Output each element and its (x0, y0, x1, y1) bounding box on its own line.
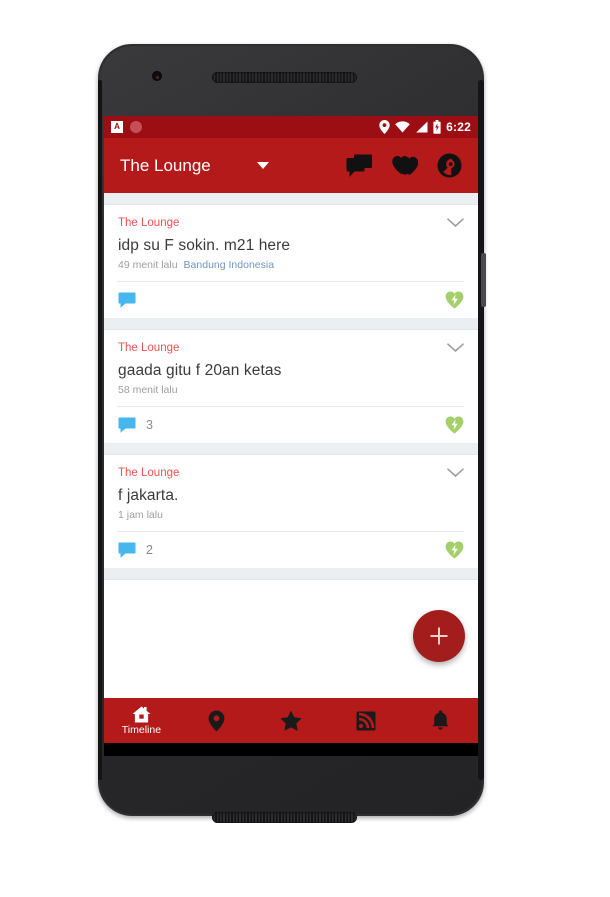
new-post-fab[interactable] (413, 610, 465, 662)
front-camera-icon (152, 71, 162, 81)
plus-icon (430, 627, 448, 645)
post-footer (118, 281, 464, 318)
bell-icon (432, 710, 449, 730)
messages-icon[interactable] (346, 154, 373, 178)
earpiece-speaker (212, 72, 357, 83)
post-text: f jakarta. (118, 487, 179, 504)
post-card[interactable]: The Lounge idp su F sokin. m21 here 49 m… (104, 205, 478, 318)
chevron-down-icon[interactable] (447, 218, 464, 228)
post-text: gaada gitu f 20an ketas (118, 362, 282, 379)
comment-action[interactable]: 2 (118, 542, 153, 558)
chevron-down-icon[interactable] (447, 343, 464, 353)
comment-count: 3 (146, 418, 153, 432)
comment-action[interactable] (118, 292, 146, 308)
timeline-list[interactable]: The Lounge idp su F sokin. m21 here 49 m… (104, 193, 478, 698)
post-header: The Lounge (118, 205, 464, 229)
location-icon (379, 120, 390, 134)
app-toolbar: The Lounge (104, 138, 478, 193)
nav-favorites[interactable] (254, 698, 329, 743)
rss-icon (356, 711, 376, 730)
post-channel[interactable]: The Lounge (118, 467, 179, 479)
post-time: 1 jam lalu (118, 509, 163, 521)
hearts-icon[interactable] (392, 155, 418, 176)
bottom-speaker (212, 812, 357, 823)
vote-action[interactable] (445, 416, 464, 434)
comment-icon[interactable] (118, 417, 136, 433)
clock: 6:22 (446, 120, 471, 134)
post-header: The Lounge (118, 455, 464, 479)
comment-action[interactable]: 3 (118, 417, 153, 433)
nav-timeline[interactable]: Timeline (104, 698, 179, 743)
post-meta: 1 jam lalu (118, 509, 464, 531)
location-pin-icon (208, 710, 225, 731)
heart-bolt-icon[interactable] (445, 416, 464, 434)
star-icon (280, 710, 302, 731)
toolbar-actions (346, 153, 466, 178)
home-button[interactable] (284, 755, 300, 756)
post-card[interactable]: The Lounge f jakarta. 1 jam lalu 2 (104, 455, 478, 568)
post-time: 49 menit lalu (118, 259, 178, 271)
signal-icon (416, 121, 428, 133)
vote-action[interactable] (445, 291, 464, 309)
vote-action[interactable] (445, 541, 464, 559)
list-gap (104, 318, 478, 330)
post-text: idp su F sokin. m21 here (118, 237, 291, 254)
nav-timeline-label: Timeline (121, 723, 162, 736)
status-bar: A 6:22 (104, 116, 478, 138)
post-card[interactable]: The Lounge gaada gitu f 20an ketas 58 me… (104, 330, 478, 443)
battery-icon (433, 120, 441, 134)
post-footer: 2 (118, 531, 464, 568)
android-system-navigation (104, 743, 478, 756)
post-time: 58 menit lalu (118, 384, 178, 396)
app-notification-badge-icon: A (111, 121, 123, 133)
list-gap (104, 193, 478, 205)
post-header: The Lounge (118, 330, 464, 354)
status-bar-system-icons: 6:22 (379, 120, 471, 134)
home-icon (132, 706, 151, 722)
post-meta: 49 menit lalu Bandung Indonesia (118, 259, 464, 281)
chevron-down-icon[interactable] (256, 162, 269, 169)
circle-notification-icon (130, 121, 142, 133)
heart-bolt-icon[interactable] (445, 291, 464, 309)
wifi-icon (395, 121, 410, 133)
nav-notifications[interactable] (403, 698, 478, 743)
chevron-down-icon[interactable] (447, 468, 464, 478)
toolbar-title[interactable]: The Lounge (120, 156, 211, 176)
comment-icon[interactable] (118, 292, 136, 308)
bottom-navigation: Timeline (104, 698, 478, 743)
status-bar-notifications: A (111, 121, 142, 133)
nav-nearby[interactable] (179, 698, 254, 743)
post-location[interactable]: Bandung Indonesia (184, 259, 275, 271)
post-channel[interactable]: The Lounge (118, 342, 179, 354)
list-gap (104, 443, 478, 455)
phone-screen: A 6:22 The Lounge The Lounge idp su F so… (104, 116, 478, 756)
screenshot-stage: A 6:22 The Lounge The Lounge idp su F so… (0, 0, 610, 897)
back-button[interactable] (159, 755, 175, 756)
phone-left-edge (98, 80, 102, 780)
profile-icon[interactable] (437, 153, 462, 178)
post-channel[interactable]: The Lounge (118, 217, 179, 229)
power-button[interactable] (481, 253, 486, 307)
phone-right-edge (478, 80, 484, 780)
comment-icon[interactable] (118, 542, 136, 558)
post-meta: 58 menit lalu (118, 384, 464, 406)
comment-count: 2 (146, 543, 153, 557)
post-footer: 3 (118, 406, 464, 443)
heart-bolt-icon[interactable] (445, 541, 464, 559)
nav-feed[interactable] (328, 698, 403, 743)
list-gap (104, 568, 478, 580)
